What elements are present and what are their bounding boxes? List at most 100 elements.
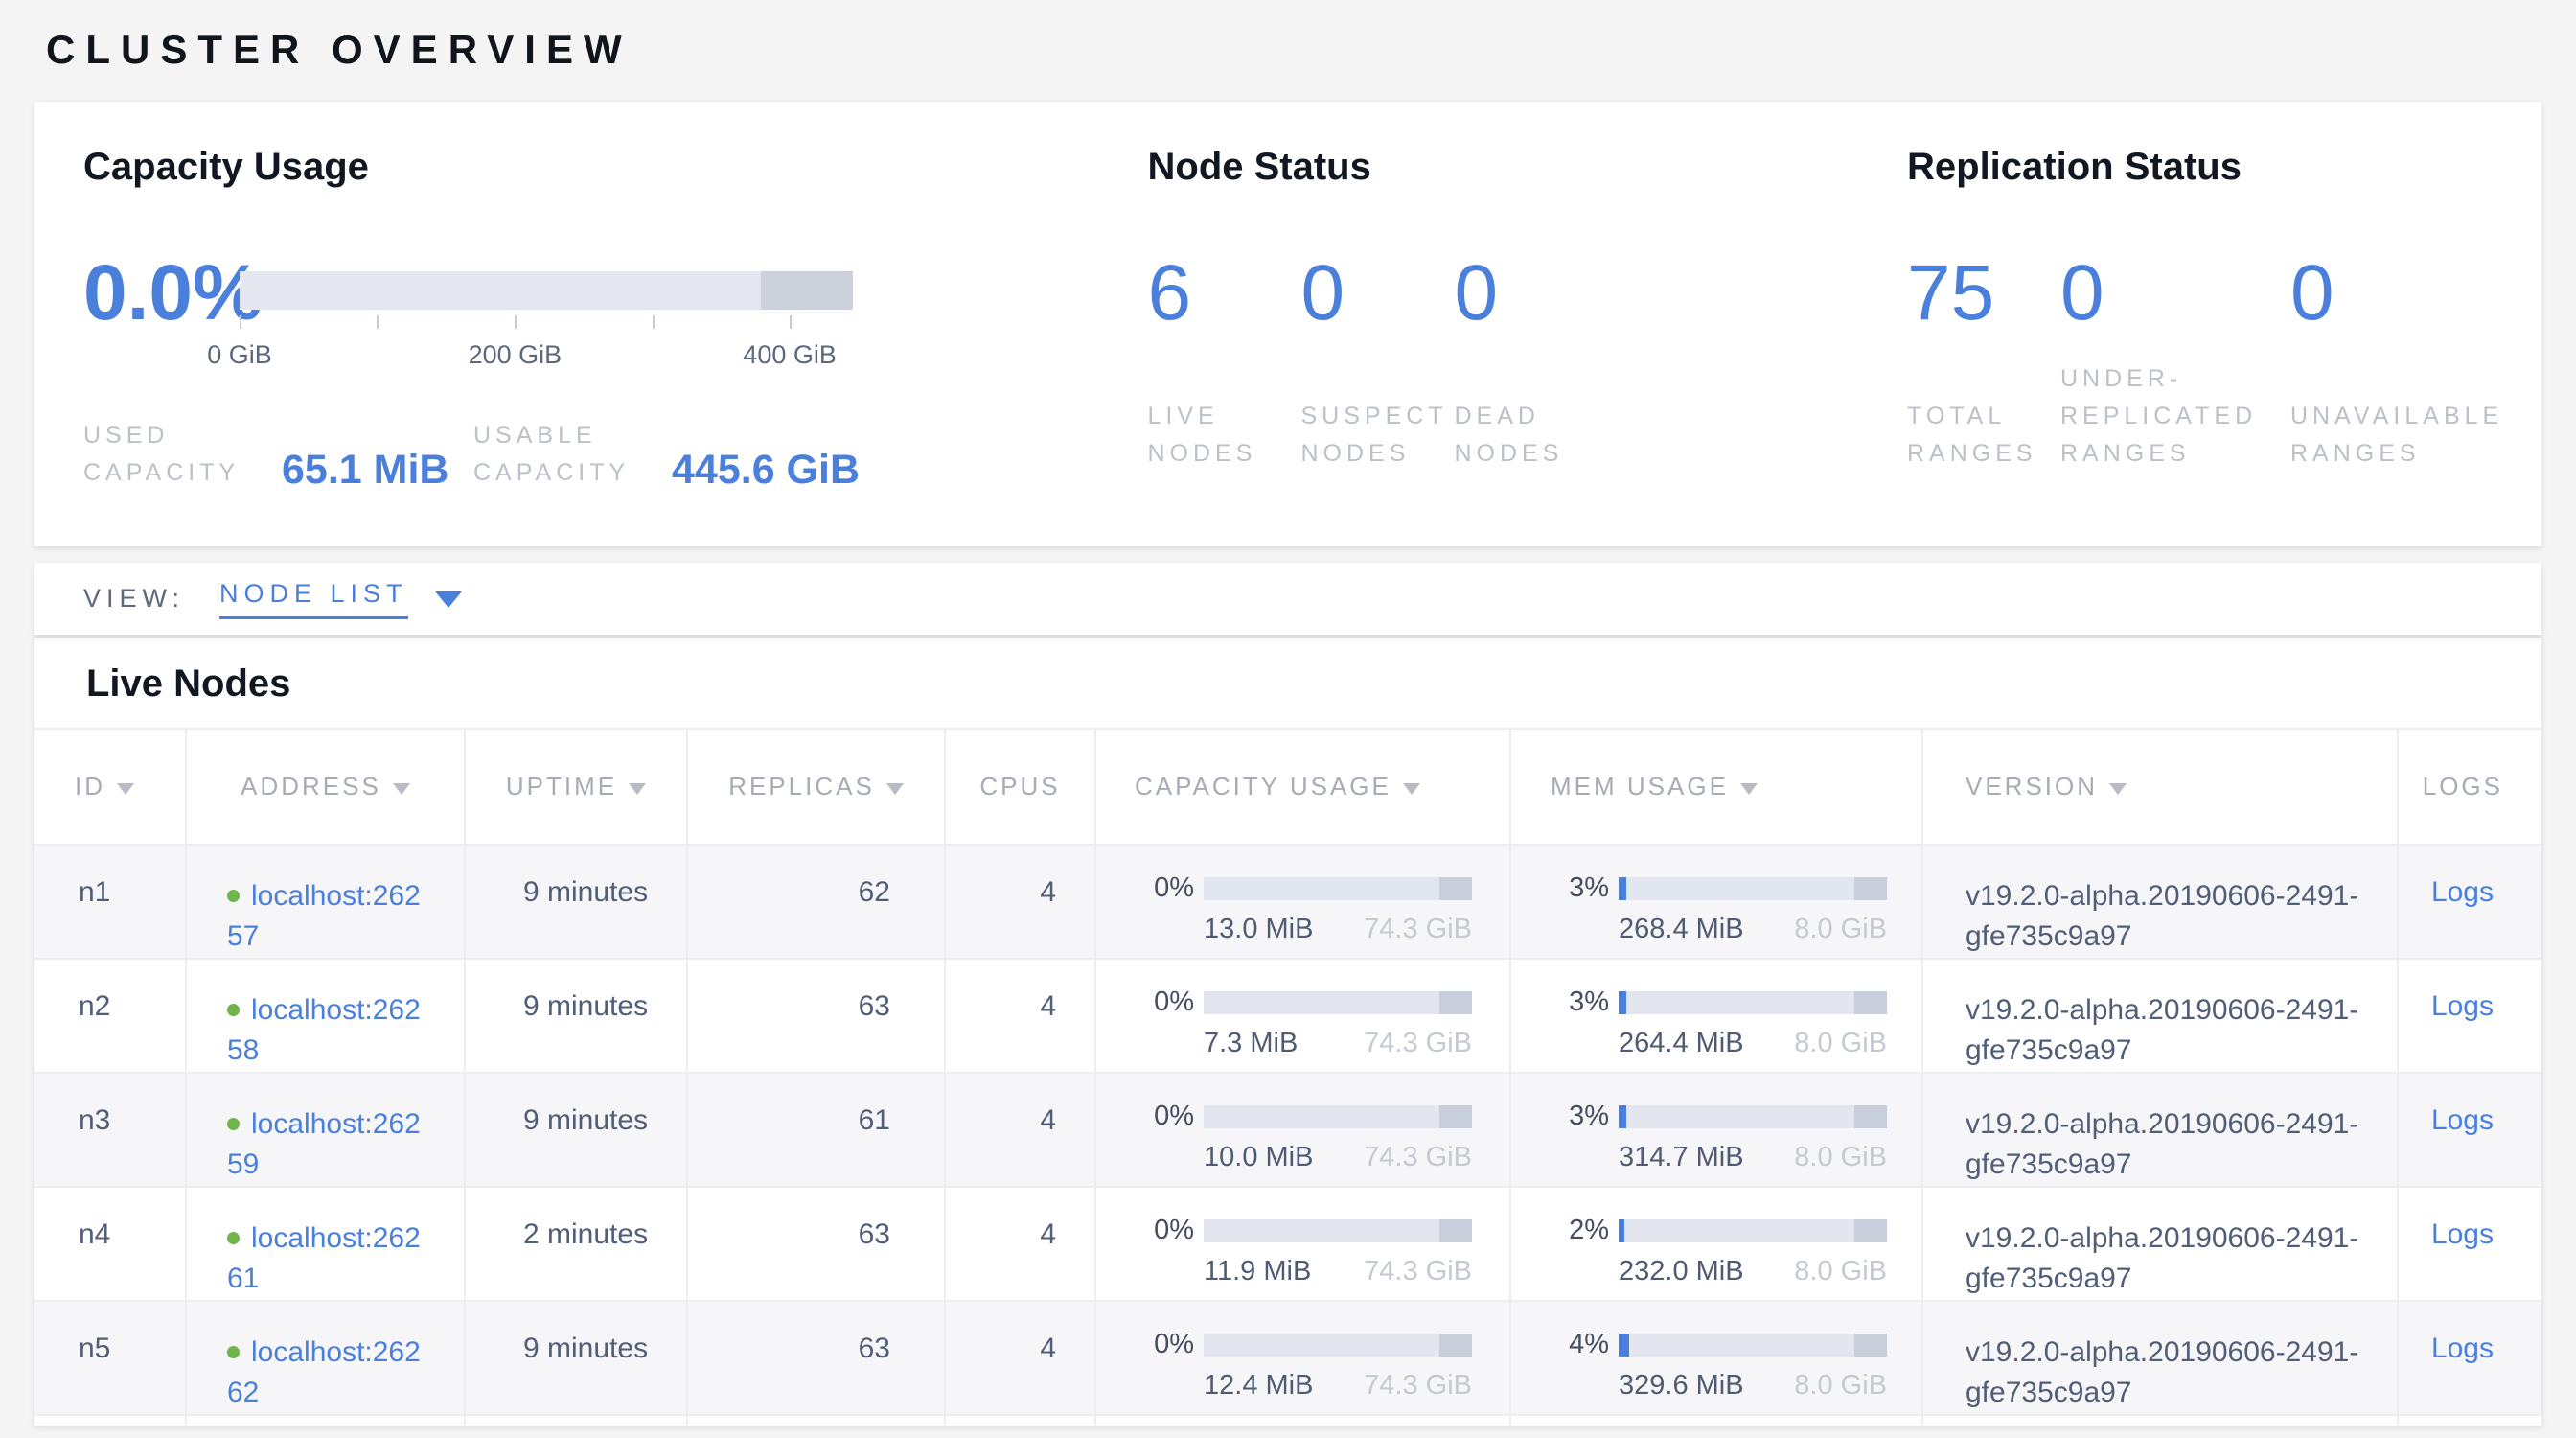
node-version-cell: v19.2.0-alpha.20190606-2491-gfe735c9a97 <box>1922 1187 2398 1301</box>
view-bar: VIEW: NODE LIST <box>34 563 2542 635</box>
unavailable-ranges-label: UNAVAILABLE RANGES <box>2290 398 2542 473</box>
node-logs-cell: Logs <box>2398 1073 2542 1187</box>
column-header-replicas[interactable]: REPLICAS <box>687 729 945 845</box>
mem-used-value: 232.0 MiB <box>1619 1256 1744 1287</box>
node-address-link[interactable]: localhost:26261 <box>227 1222 421 1294</box>
logs-link[interactable]: Logs <box>2431 990 2494 1022</box>
node-uptime-cell: 9 minutes <box>465 959 687 1073</box>
axis-tick <box>377 315 379 329</box>
capacity-axis: 0 GiB 200 GiB 400 GiB <box>240 315 853 381</box>
node-cpus-cell: 4 <box>945 1301 1095 1415</box>
node-address-link[interactable]: localhost:26259 <box>227 1108 421 1180</box>
node-address-link[interactable]: localhost:26257 <box>227 880 421 952</box>
mem-percent-label: 3% <box>1555 872 1609 904</box>
node-id-cell: n5 <box>34 1301 186 1415</box>
table-header-row: ID ADDRESS UPTIME REPLICAS CPUS CAPACITY… <box>34 729 2542 845</box>
mem-percent-label: 3% <box>1555 1101 1609 1132</box>
node-liveness-dot <box>227 1232 240 1244</box>
node-logs-cell: Logs <box>2398 845 2542 959</box>
mem-mini-bar-used-segment <box>1619 991 1626 1014</box>
total-ranges-stat: 75 TOTAL RANGES <box>1907 254 2060 473</box>
node-id-cell: n2 <box>34 959 186 1073</box>
logs-link[interactable]: Logs <box>2431 1218 2494 1250</box>
capacity-percent-label: 0% <box>1140 1101 1194 1132</box>
view-mode-dropdown[interactable]: NODE LIST <box>219 579 462 619</box>
mem-percent-label: 3% <box>1555 986 1609 1018</box>
node-address-cell: localhost:26259 <box>186 1073 465 1187</box>
sort-arrow-icon <box>2109 783 2127 795</box>
mem-mini-bar <box>1619 1334 1887 1357</box>
node-address-link[interactable]: localhost:26258 <box>227 994 421 1066</box>
capacity-usage-section: Capacity Usage 0.0% 0 GiB 200 GiB 400 Gi… <box>83 146 1148 546</box>
node-address-link[interactable]: localhost:26262 <box>227 1336 421 1408</box>
under-replicated-stat: 0 UNDER-REPLICATED RANGES <box>2060 254 2290 473</box>
live-nodes-title: Live Nodes <box>34 638 2542 728</box>
logs-link[interactable]: Logs <box>2431 876 2494 908</box>
axis-label-400: 400 GiB <box>743 340 837 370</box>
axis-tick <box>790 315 792 329</box>
node-uptime-cell: 2 minutes <box>465 1187 687 1301</box>
table-row: n3 localhost:26259 9 minutes 61 4 0% 10.… <box>34 1073 2542 1187</box>
capacity-total-value: 74.3 GiB <box>1364 1370 1472 1402</box>
suspect-nodes-label: SUSPECT NODES <box>1301 398 1445 473</box>
column-header-uptime[interactable]: UPTIME <box>465 729 687 845</box>
node-mem-usage-cell: 4% 329.6 MiB 8.0 GiB <box>1510 1301 1922 1415</box>
node-liveness-dot <box>227 890 240 902</box>
node-status-title: Node Status <box>1148 146 1908 188</box>
node-replicas-cell: 63 <box>687 1187 945 1301</box>
unavailable-ranges-stat: 0 UNAVAILABLE RANGES <box>2290 254 2542 473</box>
axis-tick <box>515 315 517 329</box>
view-label: VIEW: <box>83 584 185 614</box>
under-replicated-label: UNDER-REPLICATED RANGES <box>2060 360 2283 473</box>
node-cpus-cell: 4 <box>945 845 1095 959</box>
mem-percent-label: 4% <box>1555 1329 1609 1360</box>
sort-arrow-icon <box>1403 783 1420 795</box>
column-header-mem-usage-label: MEM USAGE <box>1551 772 1729 800</box>
node-version-cell: v19.2.0-alpha.20190606-2491-gfe735c9a97 <box>1922 1073 2398 1187</box>
mem-percent-label: 2% <box>1555 1215 1609 1246</box>
sort-arrow-icon <box>393 783 410 795</box>
column-header-address[interactable]: ADDRESS <box>186 729 465 845</box>
view-mode-selected[interactable]: NODE LIST <box>219 579 408 619</box>
chevron-down-icon[interactable] <box>435 591 462 608</box>
capacity-total-value: 74.3 GiB <box>1364 1256 1472 1287</box>
replication-status-section: Replication Status 75 TOTAL RANGES 0 UND… <box>1907 146 2542 546</box>
live-nodes-card: Live Nodes ID ADDRESS UPTIME REPLICAS CP… <box>34 638 2542 1426</box>
capacity-mini-bar <box>1204 1219 1472 1242</box>
sort-arrow-icon <box>117 783 134 795</box>
dead-nodes-stat: 0 DEAD NODES <box>1455 254 1598 473</box>
column-header-cpus[interactable]: CPUS <box>945 729 1095 845</box>
capacity-mini-bar-reserved-segment <box>1439 1219 1472 1242</box>
mem-mini-bar-reserved-segment <box>1854 1334 1887 1357</box>
unavailable-ranges-value: 0 <box>2290 254 2542 333</box>
column-header-capacity-usage[interactable]: CAPACITY USAGE <box>1095 729 1510 845</box>
live-nodes-stat: 6 LIVE NODES <box>1148 254 1301 473</box>
capacity-used-value: 10.0 MiB <box>1204 1142 1313 1173</box>
column-header-replicas-label: REPLICAS <box>728 772 875 800</box>
column-header-mem-usage[interactable]: MEM USAGE <box>1510 729 1922 845</box>
column-header-version[interactable]: VERSION <box>1922 729 2398 845</box>
axis-tick <box>653 315 655 329</box>
node-replicas-cell: 62 <box>687 845 945 959</box>
column-header-id-label: ID <box>75 772 105 800</box>
column-header-logs-label: LOGS <box>2423 772 2503 800</box>
node-cpus-cell: 4 <box>945 1187 1095 1301</box>
mem-mini-bar <box>1619 1105 1887 1128</box>
node-address-cell: localhost:26261 <box>186 1187 465 1301</box>
sort-arrow-icon <box>1740 783 1758 795</box>
logs-link[interactable]: Logs <box>2431 1333 2494 1364</box>
mem-mini-bar-used-segment <box>1619 877 1626 900</box>
mem-mini-bar <box>1619 877 1887 900</box>
logs-link[interactable]: Logs <box>2431 1104 2494 1136</box>
sort-arrow-icon <box>886 783 904 795</box>
suspect-nodes-stat: 0 SUSPECT NODES <box>1301 254 1455 473</box>
mem-used-value: 329.6 MiB <box>1619 1370 1744 1402</box>
node-cpus-cell: 4 <box>945 959 1095 1073</box>
node-id-cell: n1 <box>34 845 186 959</box>
table-row: n5 localhost:26262 9 minutes 63 4 0% 12.… <box>34 1301 2542 1415</box>
mem-total-value: 8.0 GiB <box>1794 1256 1887 1287</box>
capacity-percent-label: 0% <box>1140 1215 1194 1246</box>
mem-used-value: 268.4 MiB <box>1619 914 1744 945</box>
column-header-id[interactable]: ID <box>34 729 186 845</box>
node-replicas-cell: 63 <box>687 959 945 1073</box>
